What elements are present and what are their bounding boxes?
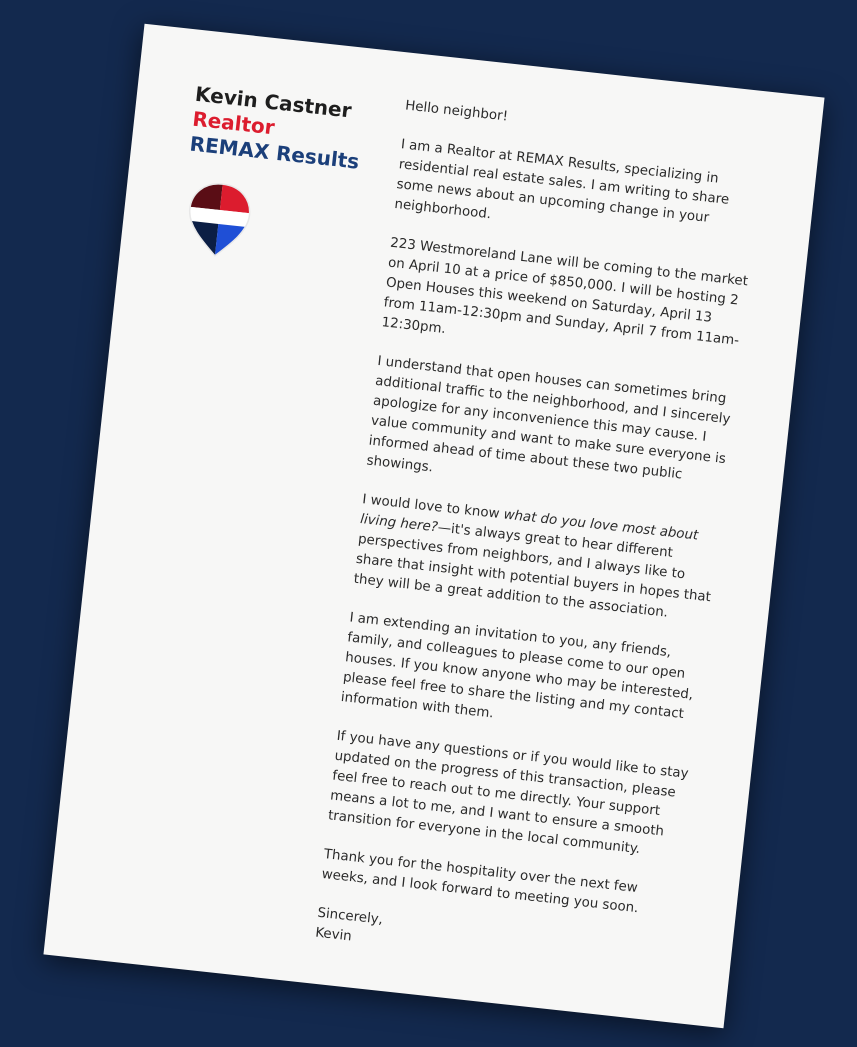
paragraph-invitation: I am extending an invitation to you, any…	[340, 610, 694, 723]
hot-air-balloon-logo-icon	[185, 180, 253, 259]
letterhead: Kevin Castner Realtor REMAX Results	[177, 82, 375, 279]
paragraph-intro: I am a Realtor at REMAX Results, special…	[393, 137, 730, 226]
letter-page: Kevin Castner Realtor REMAX Results Hell…	[43, 23, 825, 1029]
paragraph-apology: I understand that open houses can someti…	[365, 353, 732, 483]
paragraph-contact: If you have any questions or if you woul…	[327, 728, 690, 858]
paragraph-listing: 223 Westmoreland Lane will be coming to …	[380, 235, 749, 349]
paragraph-question: I would love to know what do you love mo…	[353, 490, 724, 629]
letter-body: Hello neighbor! I am a Realtor at REMAX …	[314, 96, 766, 982]
